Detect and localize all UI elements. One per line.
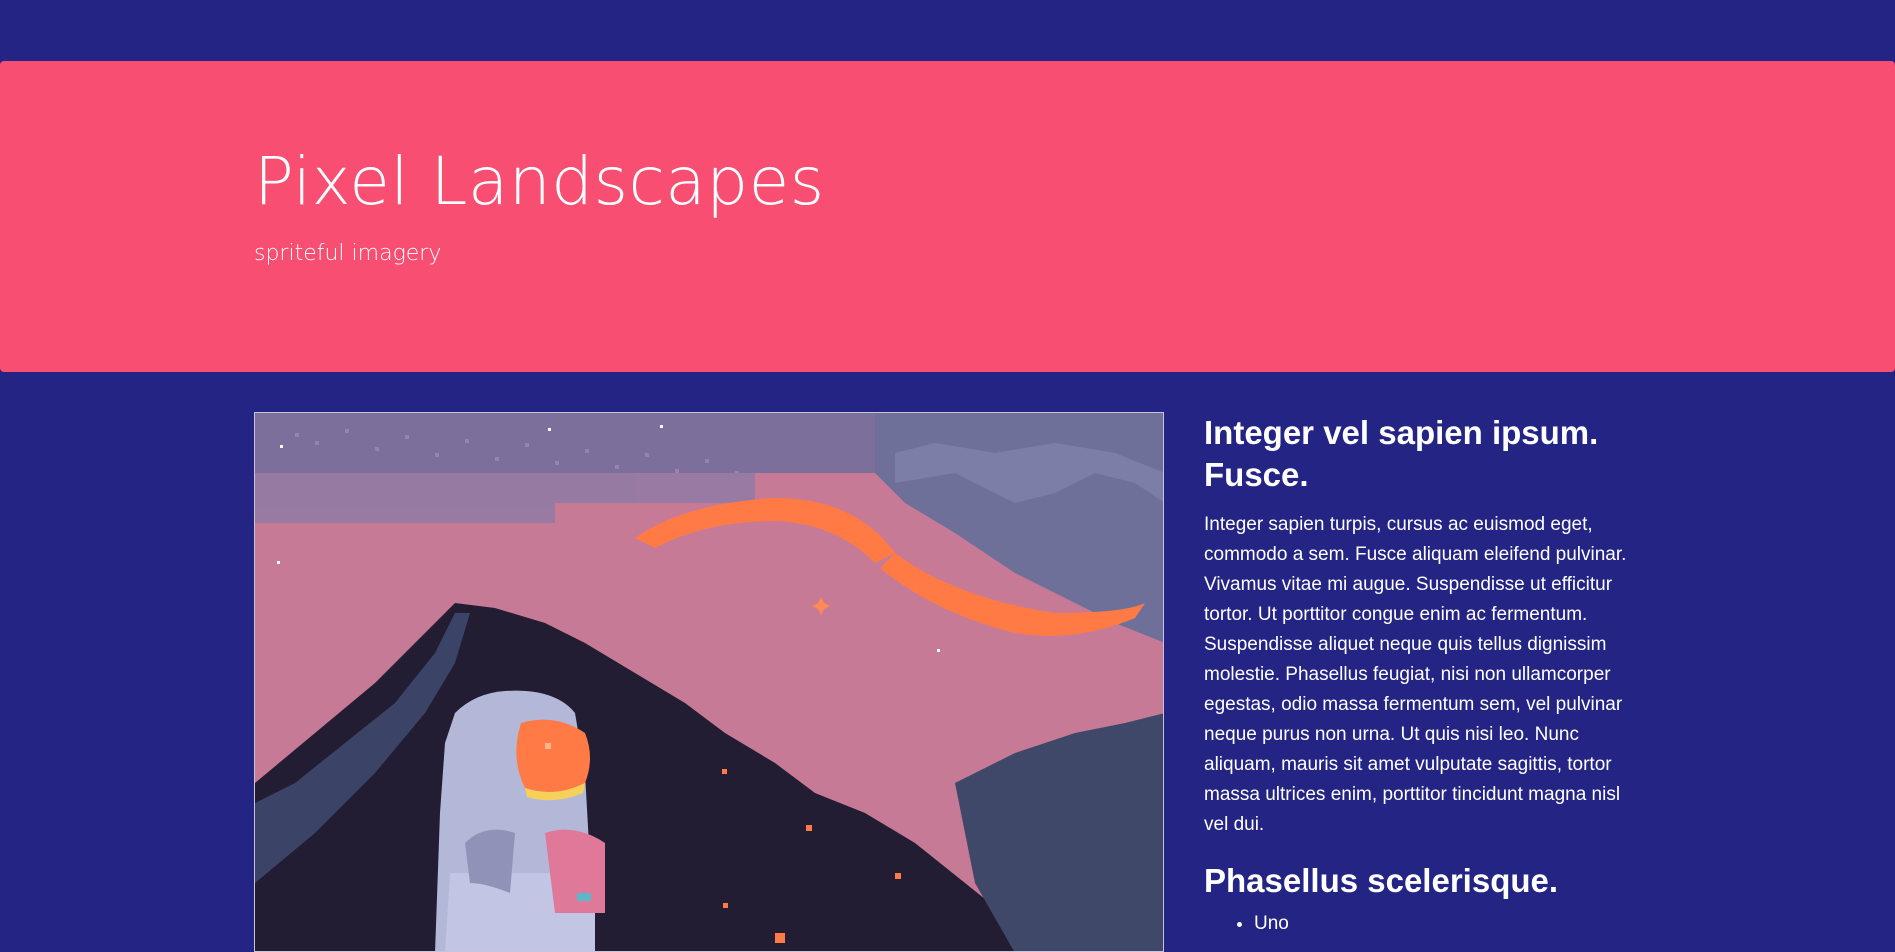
article-sidebar: Integer vel sapien ipsum. Fusce. Integer… [1204,412,1644,938]
page-subtitle: spriteful imagery [254,241,442,266]
top-strip [0,0,1895,61]
pixel-astronaut-illustration [255,413,1163,951]
page-title: Pixel Landscapes [254,143,825,220]
hero-banner: Pixel Landscapes spriteful imagery [0,61,1895,372]
bullet-list: Uno [1204,910,1644,938]
list-item: Uno [1254,910,1644,938]
section-heading: Integer vel sapien ipsum. Fusce. [1204,414,1599,493]
section-paragraph: Integer sapien turpis, cursus ac euismod… [1204,514,1627,835]
pixel-landscape-image [254,412,1164,952]
subsection-heading: Phasellus scelerisque. [1204,862,1559,899]
